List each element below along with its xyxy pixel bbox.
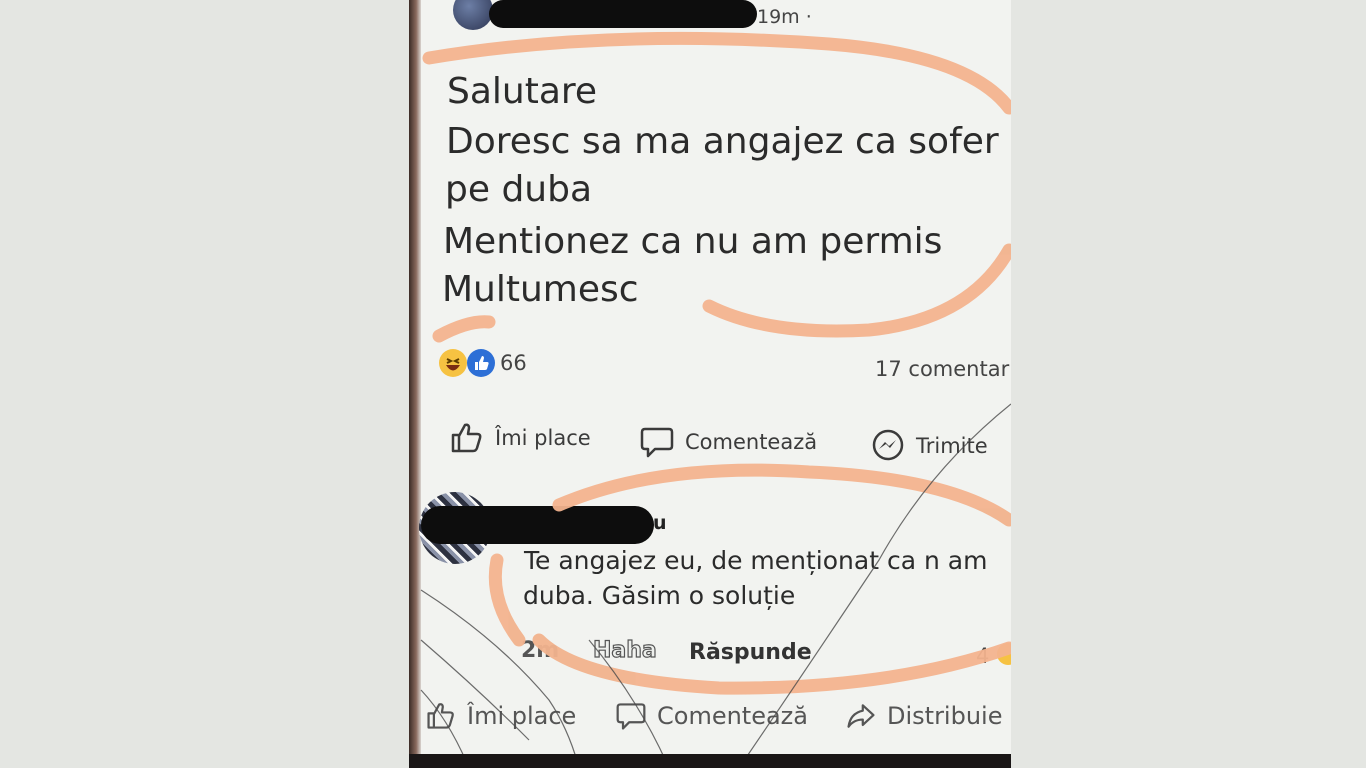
post-timestamp: 19m · [757,6,812,28]
redacted-commenter-name [421,506,654,544]
thumbs-up-icon [451,423,482,453]
post-line-3: pe duba [445,169,593,210]
comment-text-line-1: Te angajez eu, de menționat ca n am [524,546,988,575]
comment-bubble-icon [640,427,674,458]
comment-reply-button[interactable]: Răspunde [689,640,812,665]
comment-haha-button[interactable]: Haha [592,637,657,663]
post-line-2: Doresc sa ma angajez ca sofer [446,121,999,162]
footer-share-label: Distribuie [887,702,1003,730]
haha-reaction-icon [439,349,467,377]
comment-bubble-icon [616,703,646,730]
post-line-5: Multumesc [442,269,639,310]
phone-bezel-bottom [409,754,1011,768]
reaction-count[interactable]: 66 [500,351,527,375]
comment-time: 2m [521,638,560,663]
like-label: Îmi place [495,426,591,450]
phone-bezel-left [409,0,421,768]
footer-share-button[interactable]: Distribuie [845,700,1002,732]
comment-reaction-count[interactable]: 4 [976,644,989,668]
commenter-name-suffix[interactable]: u [653,512,667,534]
like-button[interactable]: Îmi place [449,420,591,456]
like-reaction-icon [467,349,495,377]
messenger-icon [872,429,904,461]
redacted-poster-name [489,0,757,28]
post-line-4: Mentionez ca nu am permis [443,221,943,262]
footer-comment-label: Comentează [657,702,808,730]
footer-like-button[interactable]: Îmi place [425,700,576,732]
poster-avatar[interactable] [453,0,493,30]
post-line-1: Salutare [447,71,598,112]
share-arrow-icon [847,704,875,728]
phone-screen: 19m · Salutare Doresc sa ma angajez ca s… [409,0,1011,768]
comment-text-line-2: duba. Găsim o soluție [523,581,796,610]
comments-count[interactable]: 17 comentarii [875,357,1011,381]
footer-comment-button[interactable]: Comentează [615,700,808,732]
send-label: Trimite [916,434,988,458]
send-button[interactable]: Trimite [870,428,988,464]
comment-haha-icon [997,643,1011,665]
footer-like-label: Îmi place [467,702,577,730]
thumbs-up-icon [427,703,454,729]
comment-button[interactable]: Comentează [639,424,817,460]
comment-label: Comentează [685,430,818,454]
